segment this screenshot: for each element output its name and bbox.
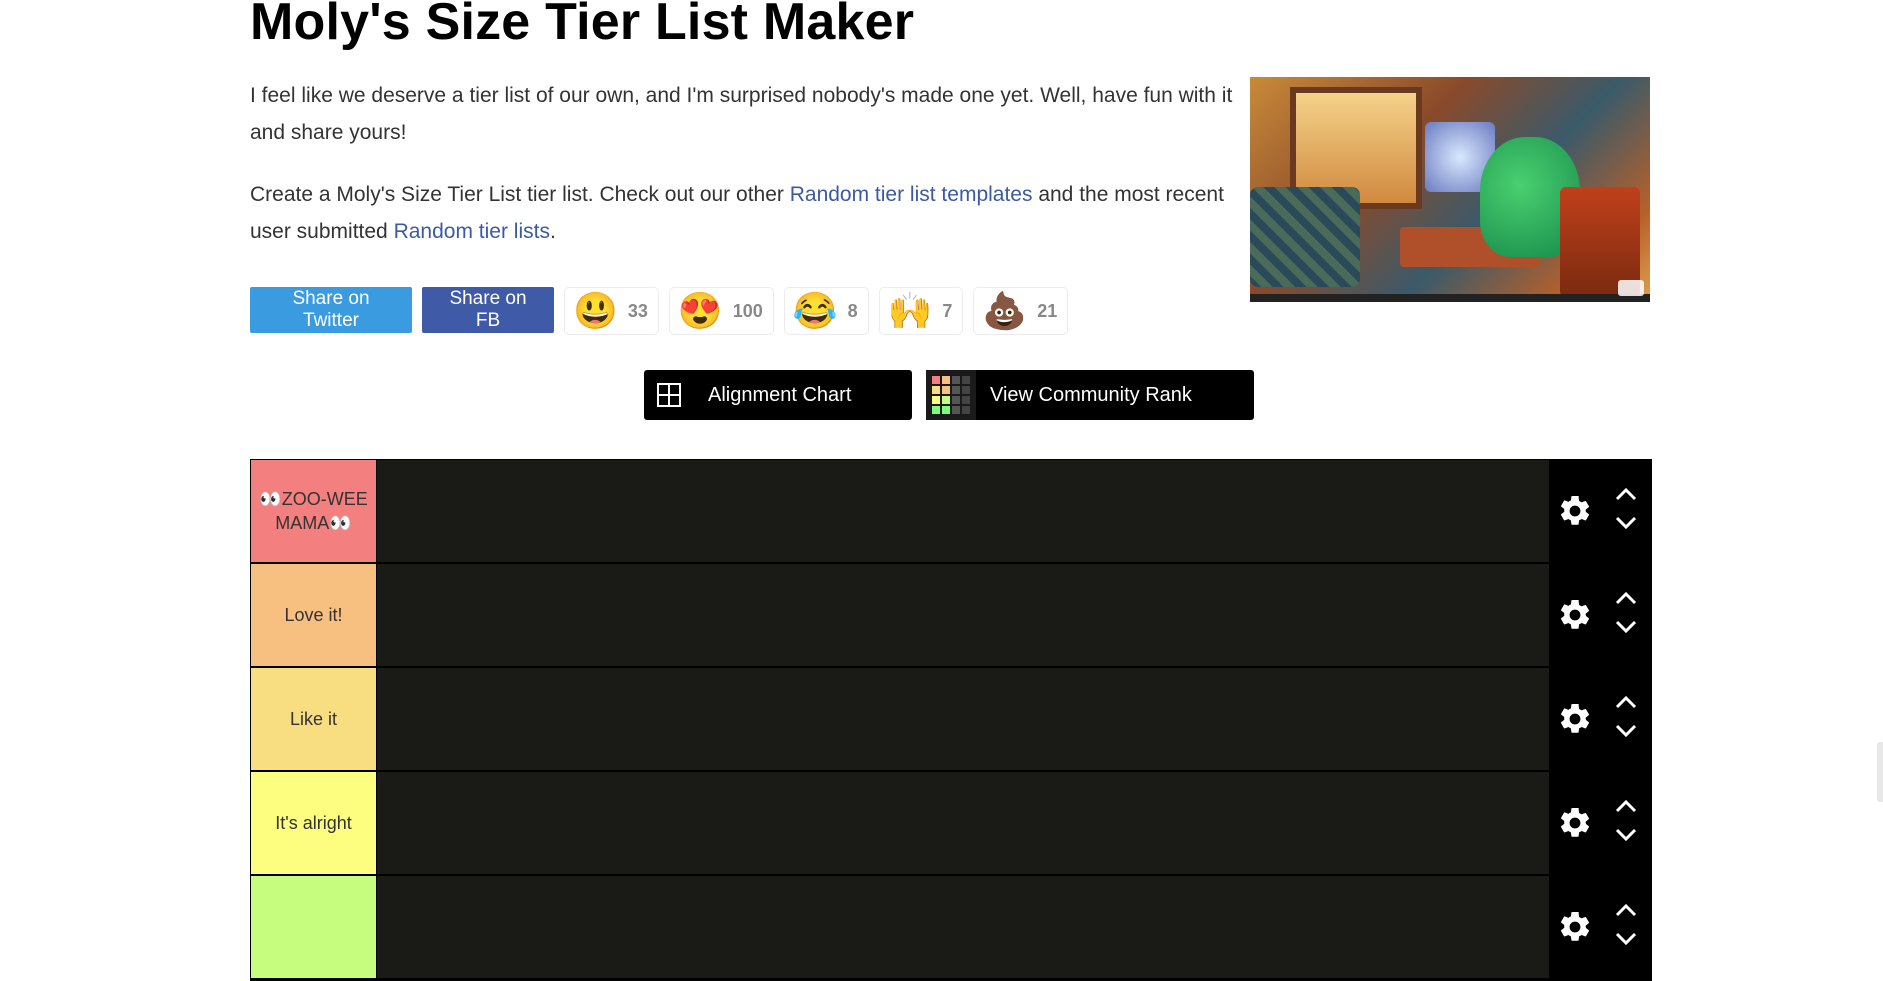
reaction-count: 7 (942, 300, 953, 321)
hero-sofa (1250, 187, 1360, 287)
tier-label[interactable]: Like it (251, 668, 377, 770)
hero-strip (1250, 294, 1650, 302)
community-rank-label: View Community Rank (990, 383, 1192, 406)
community-rank-button[interactable]: View Community Rank (926, 370, 1254, 420)
templates-link[interactable]: Random tier list templates (790, 183, 1033, 206)
hero-logo (1618, 280, 1644, 296)
gear-icon[interactable] (1549, 805, 1601, 841)
reaction-poop[interactable]: 💩 21 (973, 287, 1069, 335)
tier-controls (1549, 772, 1651, 874)
action-bar: Alignment Chart View Community Rank (644, 370, 1254, 420)
reaction-heart-eyes[interactable]: 😍 100 (668, 287, 774, 335)
page-title: Moly's Size Tier List Maker (250, 0, 915, 51)
reaction-laugh[interactable]: 😂 8 (783, 287, 869, 335)
reaction-count: 100 (732, 300, 763, 321)
tier-move-arrows (1601, 590, 1651, 640)
share-twitter-button[interactable]: Share on Twitter (250, 287, 412, 333)
tier-items-dropzone[interactable] (377, 772, 1549, 874)
scroll-indicator[interactable] (1877, 742, 1883, 802)
gear-icon[interactable] (1549, 701, 1601, 737)
tier-move-arrows (1601, 798, 1651, 848)
grid-icon (644, 370, 694, 420)
alignment-chart-label: Alignment Chart (708, 383, 852, 406)
poop-emoji-icon: 💩 (982, 290, 1028, 331)
tier-row: It's alright (251, 772, 1651, 876)
tier-items-dropzone[interactable] (377, 668, 1549, 770)
reaction-raised-hands[interactable]: 🙌 7 (878, 287, 964, 335)
intro-text: I feel like we deserve a tier list of ou… (250, 77, 1240, 275)
reaction-count: 8 (847, 300, 858, 321)
heatmap-icon (926, 370, 976, 420)
gear-icon[interactable] (1549, 493, 1601, 529)
hero-image (1250, 77, 1650, 302)
tier-row: 👀ZOO-WEE MAMA👀 (251, 460, 1651, 564)
tier-controls (1549, 876, 1651, 978)
tier-items-dropzone[interactable] (377, 564, 1549, 666)
create-prefix: Create a Moly's Size Tier List tier list… (250, 183, 790, 206)
tier-label[interactable] (251, 876, 377, 978)
smile-emoji-icon: 😃 (573, 290, 618, 331)
heart-eyes-emoji-icon: 😍 (677, 290, 723, 331)
tier-move-arrows (1601, 902, 1651, 952)
share-facebook-button[interactable]: Share on FB (422, 287, 554, 333)
tier-label[interactable]: It's alright (251, 772, 377, 874)
raised-hands-emoji-icon: 🙌 (887, 290, 933, 331)
chevron-up-icon[interactable] (1614, 590, 1638, 611)
chevron-up-icon[interactable] (1614, 694, 1638, 715)
chevron-up-icon[interactable] (1614, 902, 1638, 923)
chevron-down-icon[interactable] (1614, 931, 1638, 952)
laugh-emoji-icon: 😂 (792, 290, 838, 331)
chevron-down-icon[interactable] (1614, 723, 1638, 744)
tier-row: Love it! (251, 564, 1651, 668)
intro-paragraph: I feel like we deserve a tier list of ou… (250, 84, 1233, 144)
tier-controls (1549, 460, 1651, 562)
alignment-chart-button[interactable]: Alignment Chart (644, 370, 912, 420)
chevron-up-icon[interactable] (1614, 486, 1638, 507)
chevron-up-icon[interactable] (1614, 798, 1638, 819)
tier-lists-link[interactable]: Random tier lists (394, 220, 550, 243)
tier-move-arrows (1601, 694, 1651, 744)
chevron-down-icon[interactable] (1614, 515, 1638, 536)
create-suffix: . (549, 220, 556, 243)
tier-controls (1549, 564, 1651, 666)
tier-row: Like it (251, 668, 1651, 772)
reaction-smile[interactable]: 😃 33 (564, 287, 659, 335)
tier-row (251, 876, 1651, 980)
create-paragraph: Create a Moly's Size Tier List tier list… (250, 176, 1240, 250)
share-bar: Share on Twitter Share on FB 😃 33 😍 100 … (250, 287, 1078, 335)
chevron-down-icon[interactable] (1614, 619, 1638, 640)
tier-label[interactable]: 👀ZOO-WEE MAMA👀 (251, 460, 377, 562)
tier-items-dropzone[interactable] (377, 460, 1549, 562)
reaction-count: 21 (1037, 300, 1058, 321)
gear-icon[interactable] (1549, 597, 1601, 633)
tier-items-dropzone[interactable] (377, 876, 1549, 978)
tier-controls (1549, 668, 1651, 770)
gear-icon[interactable] (1549, 909, 1601, 945)
tier-label[interactable]: Love it! (251, 564, 377, 666)
chevron-down-icon[interactable] (1614, 827, 1638, 848)
tier-move-arrows (1601, 486, 1651, 536)
tier-list: 👀ZOO-WEE MAMA👀 Love it! Like it It's alrigh… (250, 459, 1652, 981)
reaction-count: 33 (627, 300, 648, 321)
